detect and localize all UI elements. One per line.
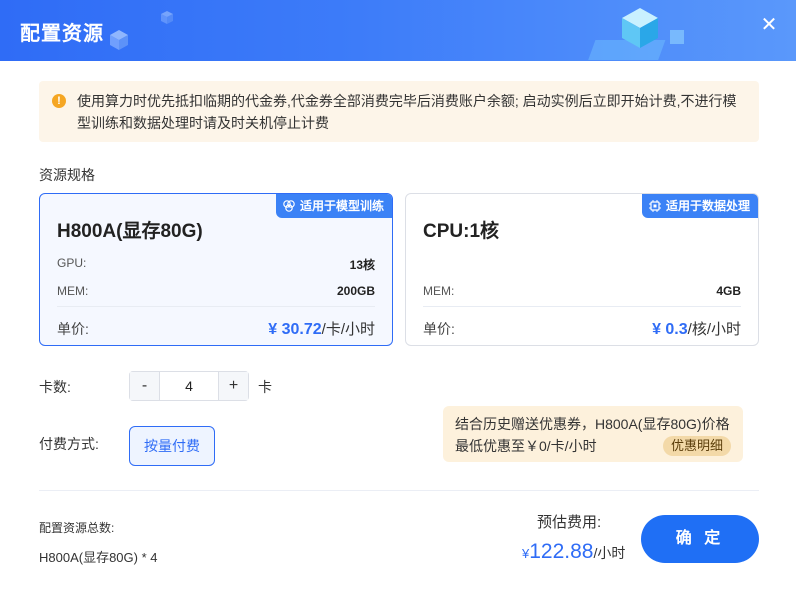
chip-icon [648,200,661,212]
mem-value: 200GB [336,284,375,298]
mem-value: 4GB [716,284,741,298]
card-tag: 适用于数据处理 [641,194,758,218]
card-count-label: 卡数: [39,379,71,395]
quantity-unit: 卡 [258,379,272,395]
card-divider [423,306,741,307]
price-label: 单价: [57,321,89,337]
total-resources-value: H800A(显存80G) * 4 [39,550,158,565]
cube-decoration-icon [110,30,128,50]
notice-text: 使用算力时优先抵扣临期的代金券,代金券全部消费完毕后消费账户余额; 启动实例后立… [77,93,737,131]
dialog-title: 配置资源 [20,23,104,45]
mem-label: MEM: [423,284,455,298]
estimated-cost-value: ¥ 122.88 /小时 [522,540,625,564]
price-value: ¥ 30.72/卡/小时 [268,318,375,339]
estimated-cost-unit: /小时 [593,545,626,561]
card-divider [57,306,375,307]
price-value: ¥ 0.3/核/小时 [652,318,741,339]
gpu-label: GPU: [57,256,87,270]
gpu-value: 13核 [349,258,375,272]
resource-card-cpu[interactable]: 适用于数据处理 CPU:1核 MEM: 4GB 单价: ¥ 0.3/核/小时 [405,193,759,346]
discount-info-box: 结合历史赠送优惠券，H800A(显存80G)价格 最低优惠至￥0/卡/小时 优惠… [443,406,743,462]
price-row: 单价: ¥ 30.72/卡/小时 [57,318,375,339]
resource-card-h800a[interactable]: 适用于模型训练 H800A(显存80G) GPU: 13核 MEM: 200GB… [39,193,393,346]
pay-as-you-go-button[interactable]: 按量付费 [129,426,215,466]
cube-decoration-small-icon [161,11,173,24]
brain-icon [283,200,295,212]
dialog-header: 配置资源 ✕ [0,0,796,61]
mem-label: MEM: [57,284,89,298]
increment-button[interactable]: + [218,372,248,400]
card-tag-label: 适用于模型训练 [299,199,384,213]
card-title: CPU:1核 [423,221,500,242]
price-amount: ¥ 0.3 [652,321,688,338]
quantity-stepper: - 4 + [129,371,249,401]
card-tag: 适用于模型训练 [275,194,392,218]
confirm-button[interactable]: 确 定 [641,515,759,563]
mem-row: MEM: 200GB [57,284,375,298]
quantity-input[interactable]: 4 [160,372,218,400]
mem-row: MEM: 4GB [423,284,741,298]
billing-notice: ! 使用算力时优先抵扣临期的代金券,代金券全部消费完毕后消费账户余额; 启动实例… [39,81,759,142]
discount-line-1: 结合历史赠送优惠券，H800A(显存80G)价格 [455,416,730,432]
resource-spec-label: 资源规格 [39,167,95,183]
decrement-button[interactable]: - [130,372,160,400]
card-title: H800A(显存80G) [57,221,203,242]
price-label: 单价: [423,321,455,337]
estimated-cost-label: 预估费用: [537,514,602,531]
price-unit: /卡/小时 [321,321,375,338]
price-amount: ¥ 30.72 [268,321,322,338]
footer-divider [39,490,759,491]
gpu-row: GPU: 13核 [57,256,375,273]
payment-method-label: 付费方式: [39,436,99,452]
price-row: 单价: ¥ 0.3/核/小时 [423,318,741,339]
discount-details-button[interactable]: 优惠明细 [662,436,731,456]
header-decoration-icon [588,8,684,60]
total-resources-label: 配置资源总数: [39,521,115,535]
warning-icon: ! [52,94,66,108]
price-unit: /核/小时 [687,321,741,338]
estimated-cost-amount: 122.88 [529,540,594,563]
card-tag-label: 适用于数据处理 [665,199,750,213]
close-icon[interactable]: ✕ [758,14,780,36]
estimated-cost-currency: ¥ [522,546,530,561]
